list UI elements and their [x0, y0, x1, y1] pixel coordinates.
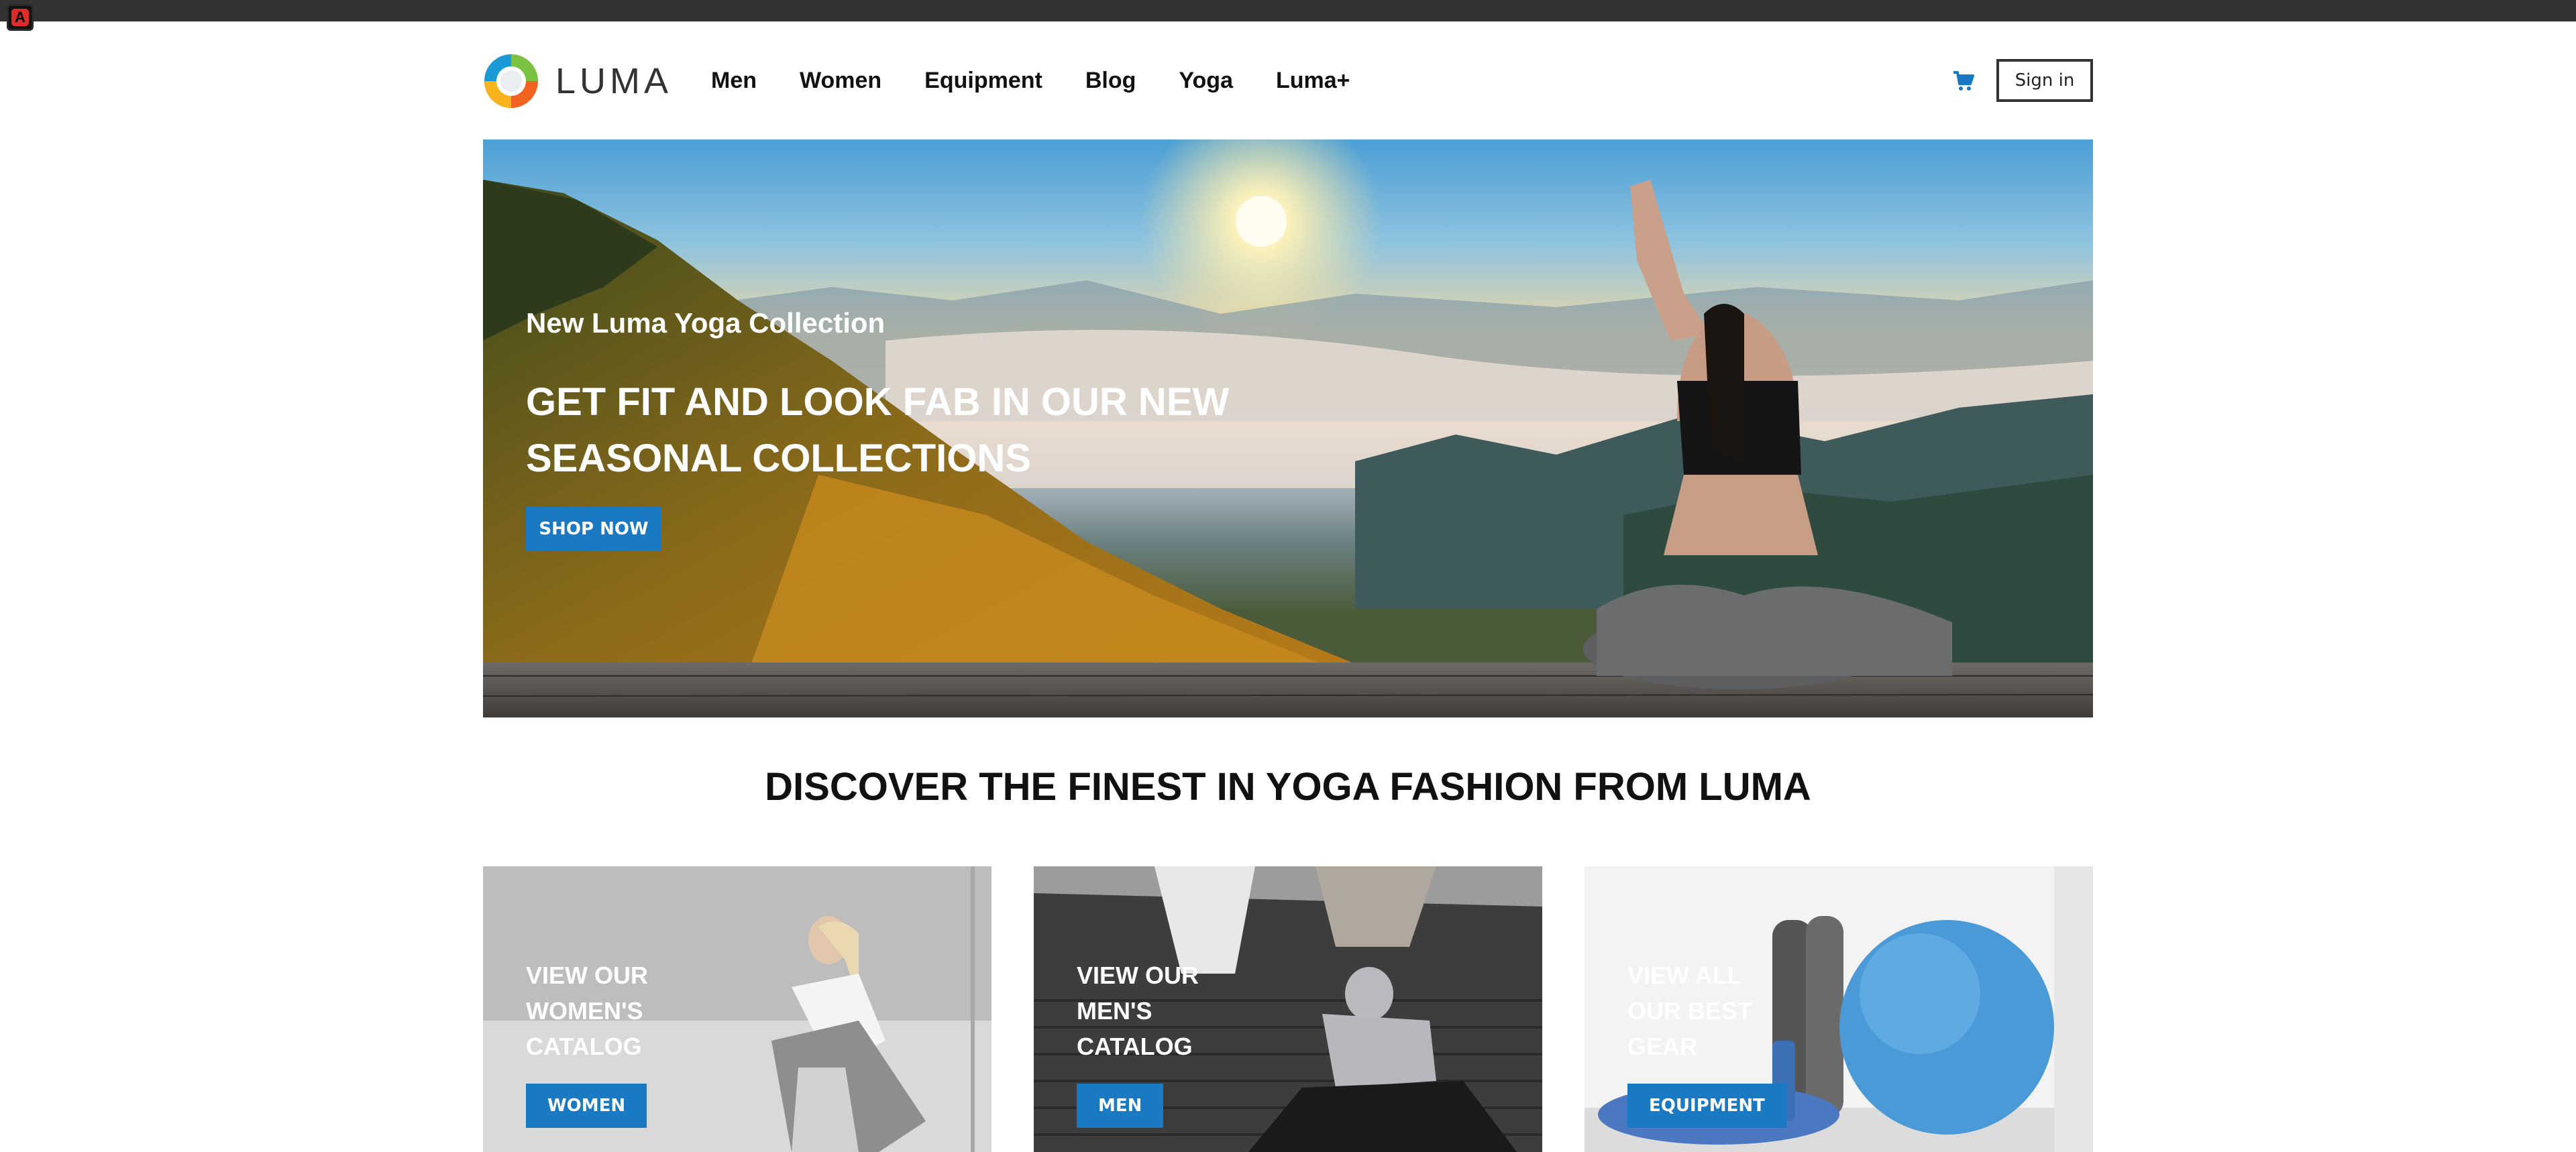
nav-item-equipment[interactable]: Equipment [924, 68, 1042, 94]
hero-subtitle: New Luma Yoga Collection [526, 307, 885, 339]
hero-banner[interactable]: New Luma Yoga Collection GET FIT AND LOO… [483, 139, 2093, 717]
mens-catalog-card[interactable]: VIEW OUR MEN'S CATALOG MEN [1034, 866, 1542, 1152]
nav-item-luma-plus[interactable]: Luma+ [1276, 68, 1350, 94]
site-header: LUMA Men Women Equipment Blog Yoga Luma+… [483, 47, 2093, 114]
extension-badge-icon: A [11, 9, 29, 26]
cart-icon[interactable] [1952, 70, 1975, 93]
nav-item-yoga[interactable]: Yoga [1179, 68, 1233, 94]
luma-logo-icon [484, 54, 538, 108]
mens-catalog-text: VIEW OUR MEN'S CATALOG [1077, 962, 1199, 1060]
nav-item-women[interactable]: Women [800, 68, 881, 94]
womens-catalog-text: VIEW OUR WOMEN'S CATALOG [526, 962, 649, 1060]
equipment-button[interactable]: EQUIPMENT [1627, 1084, 1786, 1128]
discover-heading: DISCOVER THE FINEST IN YOGA FASHION FROM… [765, 765, 1811, 809]
nav-item-blog[interactable]: Blog [1085, 68, 1136, 94]
nav-item-men[interactable]: Men [711, 68, 757, 94]
extension-icon[interactable]: A [7, 4, 34, 31]
women-button[interactable]: WOMEN [526, 1084, 647, 1128]
brand-name: LUMA [555, 61, 673, 101]
hero-title: GET FIT AND LOOK FAB IN OUR NEW SEASONAL… [526, 380, 1230, 480]
womens-catalog-card[interactable]: VIEW OUR WOMEN'S CATALOG WOMEN [483, 866, 991, 1152]
gear-card[interactable]: VIEW ALL OUR BEST GEAR EQUIPMENT [1585, 866, 2093, 1152]
browser-top-bar [0, 0, 2576, 21]
gear-text: VIEW ALL OUR BEST GEAR [1627, 962, 1753, 1060]
shop-now-button[interactable]: SHOP NOW [526, 507, 661, 551]
logo-link[interactable]: LUMA [483, 51, 672, 111]
main-nav: Men Women Equipment Blog Yoga Luma+ [711, 47, 1393, 114]
men-button[interactable]: MEN [1077, 1084, 1164, 1128]
sign-in-button[interactable]: Sign in [1996, 59, 2093, 102]
